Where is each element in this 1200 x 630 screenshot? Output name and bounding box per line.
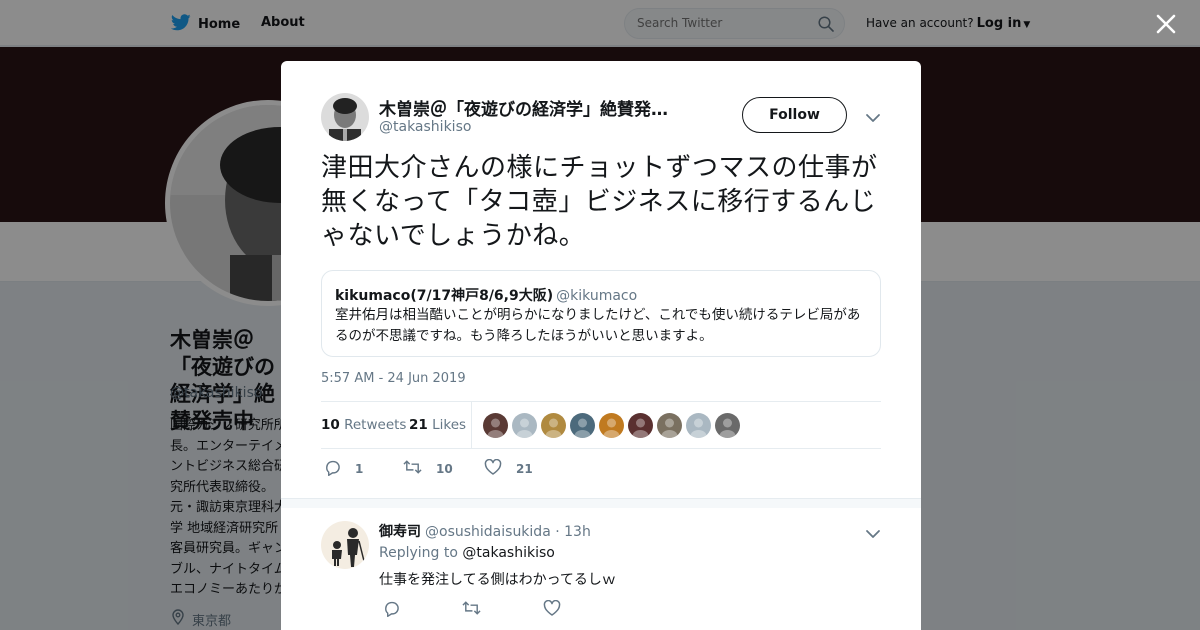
liker-avatar[interactable] xyxy=(657,413,682,438)
retweet-count: 10 xyxy=(436,461,453,476)
quoted-tweet[interactable]: kikumaco(7/17神戸8/6,9大阪) @kikumaco 室井佑月は相当… xyxy=(321,270,881,357)
likers-avatars xyxy=(483,413,744,438)
author-name[interactable]: 木曽崇＠「夜遊びの経済学」絶賛発… xyxy=(379,95,689,120)
replying-to-label: Replying to xyxy=(379,545,458,561)
retweet-action[interactable]: 10 xyxy=(403,459,453,478)
tweet-text: 津田大介さんの様にチョットずつマスの仕事が無くなって「タコ壺」ビジネスに移行する… xyxy=(321,153,878,251)
author-handle[interactable]: @takashikiso xyxy=(379,119,471,135)
liker-avatar[interactable] xyxy=(541,413,566,438)
reply-retweet-icon[interactable] xyxy=(462,600,481,620)
reply-tweet[interactable]: 御寿司 @osushidaisukida · 13h Replying to @t… xyxy=(321,521,881,630)
reply-author-handle[interactable]: @osushidaisukida xyxy=(425,524,551,540)
reply-text: 仕事を発注してる側はわかってるしｗ xyxy=(379,572,616,588)
quoted-tweet-header: kikumaco(7/17神戸8/6,9大阪) @kikumaco xyxy=(335,285,637,305)
tweet-modal: 木曽崇＠「夜遊びの経済学」絶賛発… @takashikiso Follow 津田… xyxy=(281,61,921,630)
reply-chevron-down-icon[interactable] xyxy=(865,525,881,544)
liker-avatar[interactable] xyxy=(483,413,508,438)
chevron-down-icon[interactable] xyxy=(865,109,881,128)
reply-author-avatar[interactable] xyxy=(321,521,369,569)
quoted-author-handle: @kikumaco xyxy=(556,288,638,304)
reply-time[interactable]: · 13h xyxy=(555,524,591,540)
reply-count: 1 xyxy=(355,462,364,476)
likes-stat[interactable]: 21 Likes xyxy=(409,417,466,433)
tweet-actions: 1 10 21 xyxy=(321,458,881,481)
reply-reply-icon[interactable] xyxy=(383,600,400,621)
reply-heart-icon[interactable] xyxy=(543,599,561,620)
reply-actions xyxy=(383,599,683,621)
replies-separator xyxy=(281,498,921,508)
likes-label: Likes xyxy=(432,417,467,433)
liker-avatar[interactable] xyxy=(570,413,595,438)
retweets-stat[interactable]: 10 Retweets xyxy=(321,417,406,433)
likes-count: 21 xyxy=(409,417,428,433)
liker-avatar[interactable] xyxy=(686,413,711,438)
tweet-timestamp[interactable]: 5:57 AM - 24 Jun 2019 xyxy=(321,371,466,386)
reply-author-name[interactable]: 御寿司 xyxy=(379,524,421,540)
liker-avatar[interactable] xyxy=(628,413,653,438)
like-action[interactable]: 21 xyxy=(484,458,533,478)
reply-action[interactable]: 1 xyxy=(324,459,363,479)
replying-to: Replying to @takashikiso xyxy=(379,545,555,561)
replying-to-handle[interactable]: @takashikiso xyxy=(462,545,554,561)
liker-avatar[interactable] xyxy=(599,413,624,438)
stats-divider xyxy=(471,402,472,449)
liker-avatar[interactable] xyxy=(512,413,537,438)
reply-icon xyxy=(324,459,355,479)
author-avatar[interactable] xyxy=(321,93,369,141)
quoted-author-name: kikumaco(7/17神戸8/6,9大阪) xyxy=(335,288,554,304)
retweets-count: 10 xyxy=(321,417,340,433)
close-icon[interactable] xyxy=(1152,10,1180,38)
reply-header: 御寿司 @osushidaisukida · 13h xyxy=(379,521,591,541)
liker-avatar[interactable] xyxy=(715,413,740,438)
like-count: 21 xyxy=(516,461,533,476)
retweets-label: Retweets xyxy=(344,417,407,433)
quoted-tweet-text: 室井佑月は相当酷いことが明らかになりましたけど、これでも使い続けるテレビ局がある… xyxy=(335,307,861,344)
retweet-icon xyxy=(403,459,436,478)
follow-button[interactable]: Follow xyxy=(742,97,847,133)
heart-icon xyxy=(484,458,516,478)
tweet-stats: 10 Retweets 21 Likes xyxy=(321,401,881,449)
